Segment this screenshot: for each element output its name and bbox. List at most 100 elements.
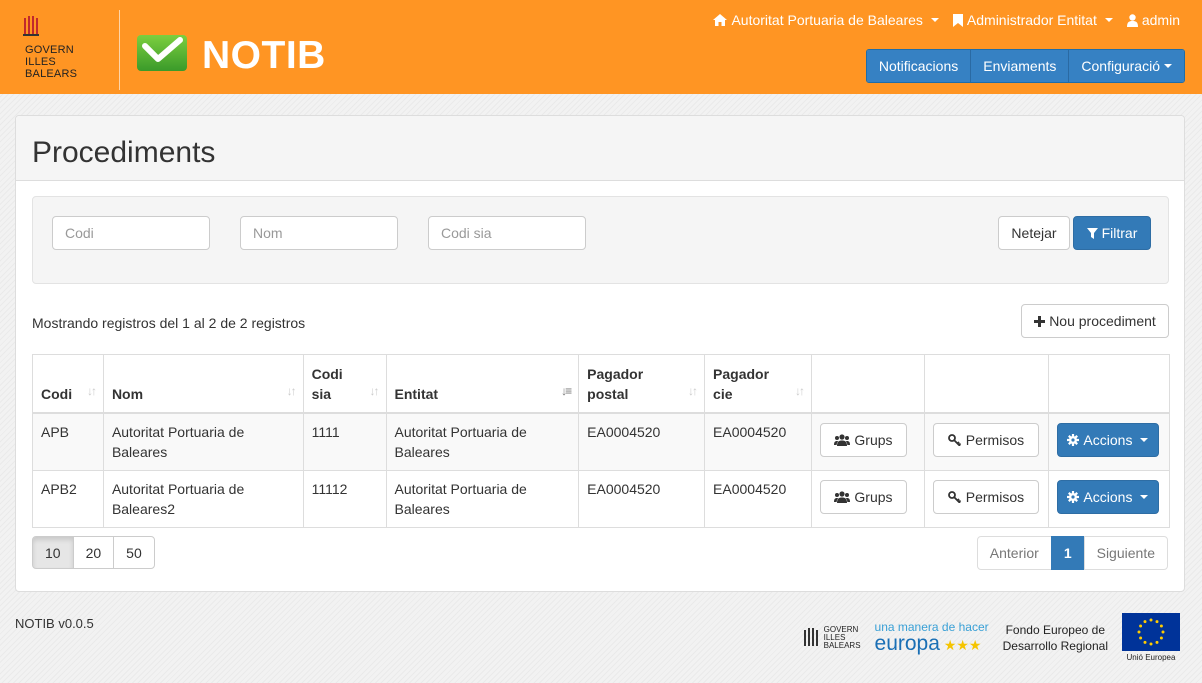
column-header-label: Entitat xyxy=(394,385,439,402)
govern-logo-text: GOVERN ILLES BALEARS xyxy=(25,44,78,80)
pagination: Anterior 1 Siguiente xyxy=(976,536,1168,570)
sort-icon: ↓↑ xyxy=(86,383,97,398)
fondo-line-1: Fondo Europeo de xyxy=(1005,622,1106,637)
column-header-label: Codi xyxy=(41,385,73,402)
cell-permisos: Permisos xyxy=(923,412,1049,471)
grups-label: Grups xyxy=(854,488,893,505)
column-header-codi-sia[interactable]: Codi sia ↓↑ xyxy=(302,354,387,414)
gear-icon xyxy=(1067,433,1080,446)
govern-shield-icon xyxy=(803,627,818,646)
cell-pagador-cie: EA0004520 xyxy=(704,469,812,528)
grups-button[interactable]: Grups xyxy=(819,422,907,457)
key-icon xyxy=(947,433,961,446)
chevron-down-icon xyxy=(1140,437,1149,442)
permisos-button[interactable]: Permisos xyxy=(932,479,1039,514)
sort-icon: ↓↑ xyxy=(794,383,805,398)
codi-sia-filter-input[interactable] xyxy=(428,216,586,250)
eu-label: Unió Europea xyxy=(1126,653,1176,662)
gear-icon xyxy=(1067,490,1080,503)
cell-codi-sia: 1111 xyxy=(302,412,387,471)
pagination-next[interactable]: Siguiente xyxy=(1083,536,1168,570)
user-label: admin xyxy=(1141,12,1180,28)
chevron-down-icon xyxy=(1104,18,1113,22)
column-header-label: Pagador xyxy=(713,365,770,382)
table-header-row: Codi ↓↑ Nom ↓↑ Codi sia ↓↑ Entitat ↓≡ Pagador… xyxy=(32,354,1171,414)
fondo-line-2: Desarrollo Regional xyxy=(1002,638,1108,653)
chevron-down-icon xyxy=(1164,64,1172,68)
users-icon xyxy=(834,433,851,446)
column-header-label: Nom xyxy=(111,385,144,402)
filter-button-label: Filtrar xyxy=(1101,225,1138,241)
table-row: APB2 Autoritat Portuaria de Baleares2 11… xyxy=(32,469,1171,528)
column-header-accions xyxy=(1047,354,1171,414)
grups-button[interactable]: Grups xyxy=(819,479,907,514)
user-menu[interactable]: admin xyxy=(1126,12,1180,28)
column-header-pagador-postal[interactable]: Pagador postal ↓↑ xyxy=(578,354,706,414)
notib-envelope-check-icon xyxy=(137,35,187,71)
app-title[interactable]: NOTIB xyxy=(202,34,326,78)
column-header-grups xyxy=(810,354,925,414)
users-icon xyxy=(834,490,851,503)
eu-flag-logo: Unió Europea xyxy=(1122,613,1180,662)
filter-button[interactable]: Filtrar xyxy=(1073,216,1151,250)
cell-grups: Grups xyxy=(810,412,925,471)
app-version: NOTIB v0.0.5 xyxy=(15,616,94,631)
cell-pagador-postal: EA0004520 xyxy=(578,412,706,471)
accions-dropdown-button[interactable]: Accions xyxy=(1056,422,1159,457)
footer-logos: GOVERN ILLES BALEARS una manera de hacer… xyxy=(803,613,1180,662)
procediments-table: Codi ↓↑ Nom ↓↑ Codi sia ↓↑ Entitat ↓≡ Pagador… xyxy=(32,354,1171,528)
stars-icon: ★★★ xyxy=(943,636,982,653)
footer-govern-text: GOVERN ILLES BALEARS xyxy=(823,624,861,650)
pagination-previous[interactable]: Anterior xyxy=(976,536,1052,570)
column-header-nom[interactable]: Nom ↓↑ xyxy=(102,354,304,414)
header-divider xyxy=(119,10,120,90)
nav-enviaments[interactable]: Enviaments xyxy=(971,50,1070,82)
permisos-label: Permisos xyxy=(965,488,1025,505)
column-header-entitat[interactable]: Entitat ↓≡ xyxy=(385,354,580,414)
permisos-button[interactable]: Permisos xyxy=(932,422,1039,457)
column-header-label: postal xyxy=(587,385,629,402)
cell-nom: Autoritat Portuaria de Baleares2 xyxy=(102,469,304,528)
accions-dropdown-button[interactable]: Accions xyxy=(1056,479,1159,514)
chevron-down-icon xyxy=(1140,494,1149,499)
eu-flag-icon xyxy=(1122,613,1180,651)
entity-label: Autoritat Portuaria de Baleares xyxy=(731,12,923,28)
page-size-option-20[interactable]: 20 xyxy=(72,536,115,569)
entity-selector[interactable]: Autoritat Portuaria de Baleares xyxy=(713,12,939,28)
column-header-label: Codi xyxy=(311,365,343,382)
user-icon xyxy=(1126,13,1138,27)
govern-illes-balears-logo[interactable]: GOVERN ILLES BALEARS xyxy=(22,14,102,84)
cell-codi: APB2 xyxy=(32,469,104,528)
role-selector[interactable]: Administrador Entitat xyxy=(952,12,1113,28)
main-panel: Procediments Netejar Filtrar Mostrando r… xyxy=(15,115,1185,592)
sort-icon: ↓↑ xyxy=(688,383,698,398)
nav-notificacions[interactable]: Notificacions xyxy=(866,50,972,82)
codi-filter-input[interactable] xyxy=(52,216,210,250)
clear-filters-button[interactable]: Netejar xyxy=(998,216,1070,250)
column-header-label: cie xyxy=(713,385,733,402)
cell-codi-sia: 11112 xyxy=(302,469,387,528)
nom-filter-input[interactable] xyxy=(240,216,398,250)
page-size-option-50[interactable]: 50 xyxy=(113,536,155,569)
records-info: Mostrando registros del 1 al 2 de 2 regi… xyxy=(32,315,306,331)
pagination-page-1[interactable]: 1 xyxy=(1050,536,1085,570)
new-procediment-button[interactable]: Nou procediment xyxy=(1021,304,1169,338)
chevron-down-icon xyxy=(930,18,939,22)
new-procediment-label: Nou procediment xyxy=(1049,313,1156,329)
column-header-pagador-cie[interactable]: Pagador cie ↓↑ xyxy=(704,354,812,414)
nav-configuracio[interactable]: Configuració xyxy=(1069,50,1184,82)
cell-entitat: Autoritat Portuaria de Baleares xyxy=(385,469,580,528)
app-header: GOVERN ILLES BALEARS NOTIB Autoritat Por… xyxy=(0,0,1202,94)
home-icon xyxy=(713,14,728,26)
bookmark-icon xyxy=(952,13,963,27)
main-nav: Notificacions Enviaments Configuració xyxy=(865,49,1185,83)
sort-desc-icon: ↓≡ xyxy=(561,383,572,398)
column-header-codi[interactable]: Codi ↓↑ xyxy=(32,354,104,414)
cell-permisos: Permisos xyxy=(923,469,1049,528)
filter-form: Netejar Filtrar xyxy=(32,196,1169,284)
cell-pagador-cie: EA0004520 xyxy=(704,412,812,471)
page-size-option-10[interactable]: 10 xyxy=(32,536,74,569)
cell-entitat: Autoritat Portuaria de Baleares xyxy=(385,412,580,471)
fondo-europeo-text: Fondo Europeo de Desarrollo Regional xyxy=(1003,622,1108,654)
filter-icon xyxy=(1086,227,1098,239)
